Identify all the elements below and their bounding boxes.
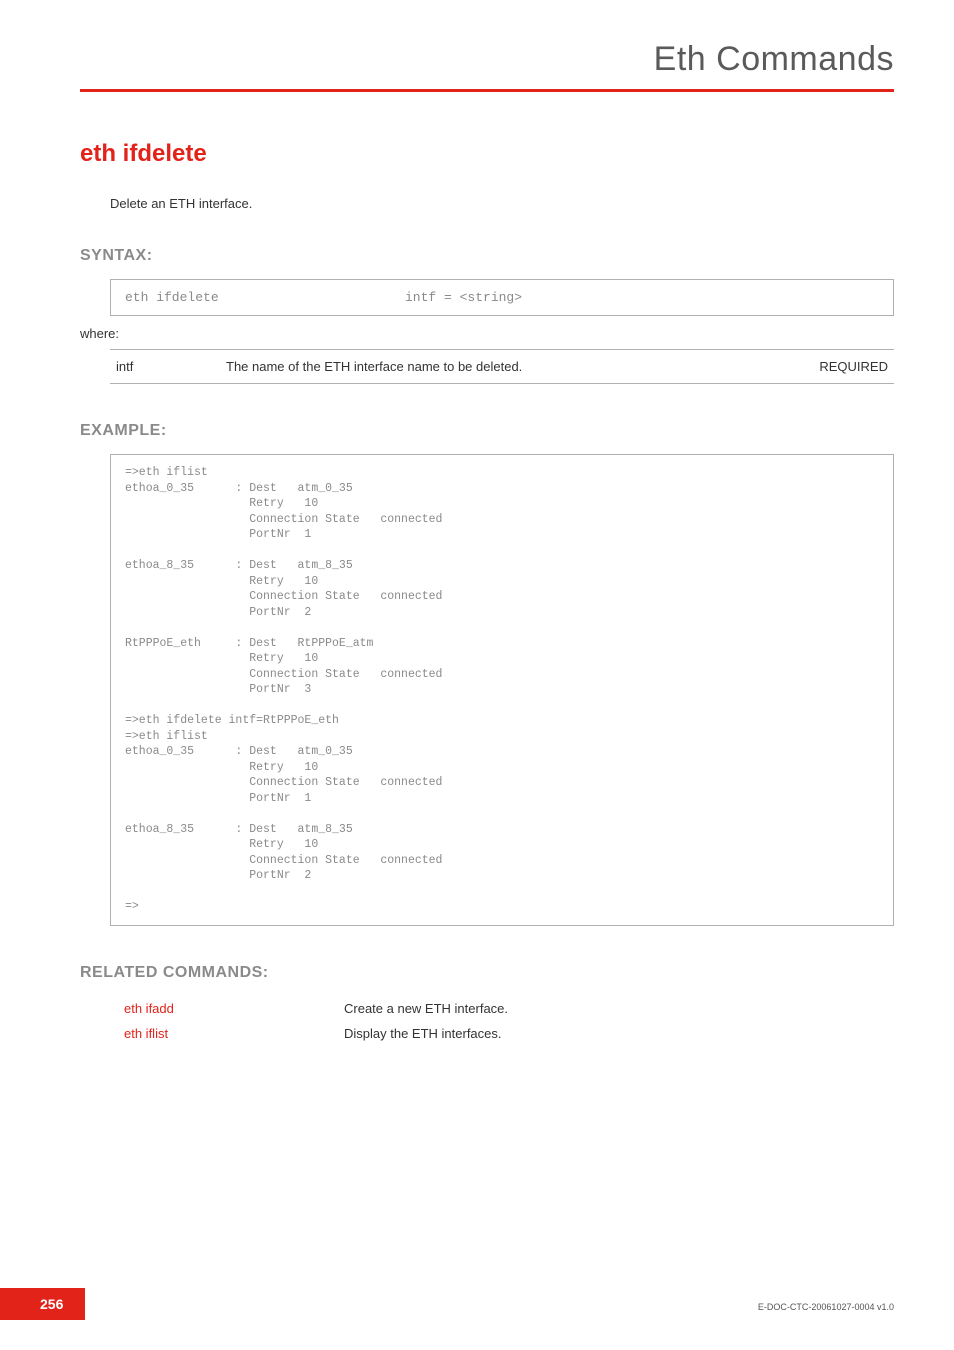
table-row: intf The name of the ETH interface name … [110, 350, 894, 384]
related-desc: Create a new ETH interface. [344, 996, 516, 1021]
example-text: =>eth iflist ethoa_0_35 : Dest atm_0_35 … [125, 465, 879, 915]
related-cmd: eth ifadd [124, 996, 344, 1021]
related-cmd: eth iflist [124, 1021, 344, 1046]
related-desc: Display the ETH interfaces. [344, 1021, 516, 1046]
table-row: eth ifadd Create a new ETH interface. [124, 996, 516, 1021]
where-label: where: [80, 326, 894, 341]
param-name: intf [110, 350, 220, 384]
table-row: eth iflist Display the ETH interfaces. [124, 1021, 516, 1046]
param-table: intf The name of the ETH interface name … [110, 349, 894, 384]
param-desc: The name of the ETH interface name to be… [220, 350, 784, 384]
example-box: =>eth iflist ethoa_0_35 : Dest atm_0_35 … [110, 454, 894, 926]
related-heading: RELATED COMMANDS: [80, 964, 894, 982]
command-title: eth ifdelete [80, 140, 894, 168]
syntax-box: eth ifdelete intf = <string> [110, 279, 894, 316]
command-description: Delete an ETH interface. [110, 196, 894, 211]
chapter-title: Eth Commands [80, 40, 894, 79]
syntax-cmd: eth ifdelete [125, 290, 405, 305]
doc-id: E-DOC-CTC-20061027-0004 v1.0 [758, 1302, 894, 1312]
page-number: 256 [0, 1288, 85, 1320]
param-required: REQUIRED [784, 350, 894, 384]
syntax-heading: SYNTAX: [80, 247, 894, 265]
example-heading: EXAMPLE: [80, 422, 894, 440]
related-table: eth ifadd Create a new ETH interface. et… [124, 996, 516, 1046]
syntax-params: intf = <string> [405, 290, 522, 305]
title-rule [80, 89, 894, 92]
